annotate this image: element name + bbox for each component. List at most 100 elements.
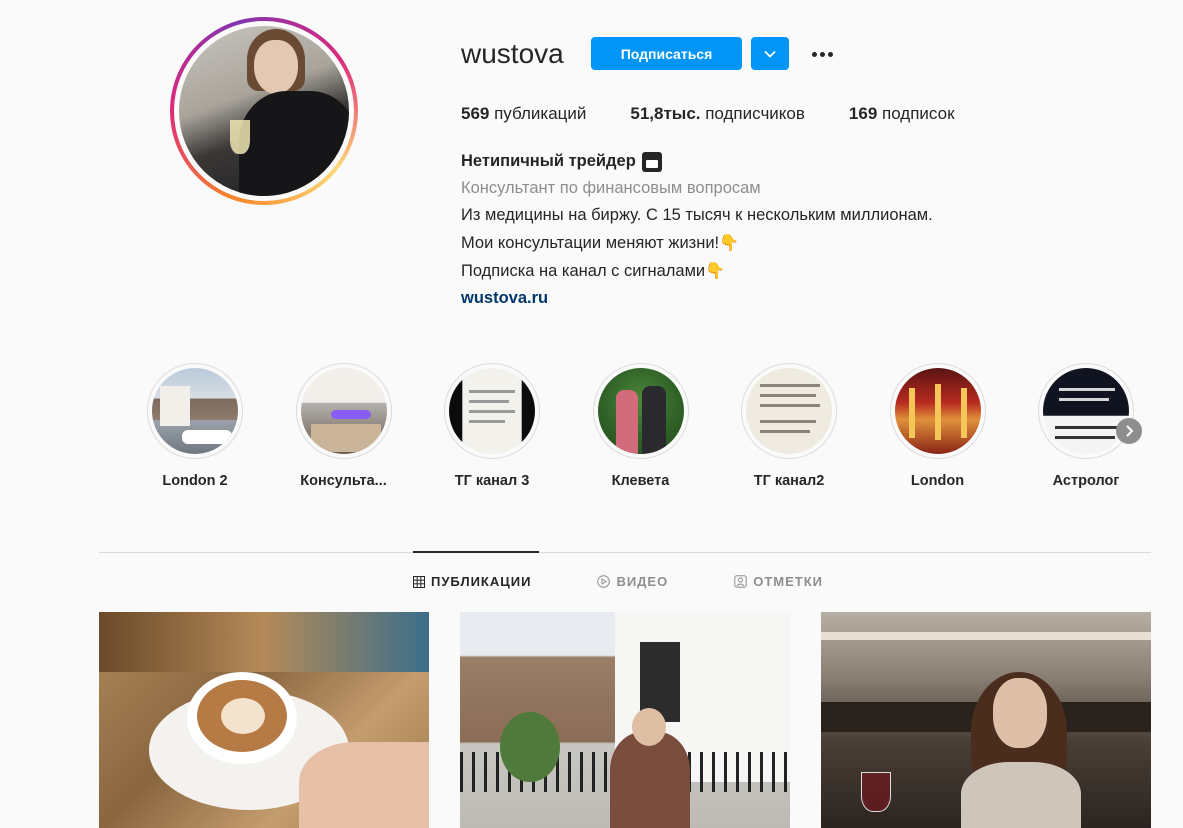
light-string xyxy=(960,388,967,438)
person-left xyxy=(615,390,638,454)
avatar-wine-glass xyxy=(230,119,251,154)
calendar-emoji-icon xyxy=(641,151,662,172)
followers-count[interactable]: 51,8тыс. подписчиков xyxy=(630,104,805,124)
hand xyxy=(299,742,429,828)
posts-count: 569 публикаций xyxy=(461,104,587,123)
highlight-label: Консульта... xyxy=(300,473,387,489)
highlight-consultations[interactable]: Консульта... xyxy=(294,363,394,489)
tabs-divider xyxy=(99,552,1151,553)
more-dot-icon xyxy=(811,51,817,57)
tab-video[interactable]: ВИДЕО xyxy=(597,574,668,589)
bio-line-3: Подписка на канал с сигналами👇 xyxy=(461,261,726,280)
highlight-london[interactable]: London xyxy=(888,363,988,489)
highlight-slander[interactable]: Клевета xyxy=(591,363,691,489)
tab-label: ВИДЕО xyxy=(616,574,669,589)
person-coat xyxy=(610,732,690,828)
highlight-cover xyxy=(300,368,387,454)
posts-grid xyxy=(99,612,1151,828)
tab-tagged[interactable]: ОТМЕТКИ xyxy=(734,574,823,589)
highlight-tg-channel-2[interactable]: ТГ канал2 xyxy=(739,363,839,489)
latte-art xyxy=(221,698,265,734)
bio-name: Нетипичный трейдер xyxy=(461,148,933,175)
tag-icon xyxy=(734,575,747,588)
profile-bio: Нетипичный трейдер Консультант по финанс… xyxy=(461,148,933,312)
text-line xyxy=(760,404,820,407)
bio-name-text: Нетипичный трейдер xyxy=(461,152,636,170)
light-string xyxy=(934,384,941,440)
highlight-cover xyxy=(597,368,684,454)
text-line xyxy=(1059,398,1109,401)
follow-button[interactable]: Подписаться xyxy=(591,37,742,70)
wine-glass xyxy=(861,772,891,812)
chat-bubble xyxy=(330,410,371,419)
highlight-label: London xyxy=(910,473,965,489)
text-line xyxy=(469,390,515,393)
following-count[interactable]: 169 подписок xyxy=(849,104,955,124)
chevron-down-icon xyxy=(764,50,776,58)
highlight-ring xyxy=(295,363,392,459)
ceiling-lights xyxy=(821,632,1151,640)
more-options-button[interactable] xyxy=(806,40,838,68)
text-line xyxy=(760,420,816,423)
tree xyxy=(500,712,560,782)
tab-posts[interactable]: ПУБЛИКАЦИИ xyxy=(413,574,531,589)
highlight-cover xyxy=(449,368,535,454)
highlight-cover xyxy=(1043,368,1129,454)
person-face xyxy=(993,678,1047,748)
tab-label: ОТМЕТКИ xyxy=(753,574,823,589)
text-line xyxy=(1055,436,1115,439)
avatar-coat xyxy=(238,90,349,196)
profile-stats: 569 публикаций 51,8тыс. подписчиков 169 … xyxy=(461,104,999,124)
text-line xyxy=(1055,426,1119,429)
bio-line-1: Из медицины на биржу. С 15 тысяч к неско… xyxy=(461,206,933,224)
avatar-inner xyxy=(174,21,354,201)
more-dot-icon xyxy=(827,51,833,57)
sweater xyxy=(961,762,1081,828)
highlight-label: Астролог xyxy=(1052,473,1120,489)
more-dot-icon xyxy=(819,51,825,57)
play-icon xyxy=(597,575,611,588)
highlight-label: London 2 xyxy=(162,473,228,489)
highlight-ring xyxy=(889,363,986,459)
highlight-cover xyxy=(894,368,981,454)
highlight-label: ТГ канал2 xyxy=(753,473,825,489)
pointing-down-icon: 👇 xyxy=(719,233,740,252)
bio-category: Консультант по финансовым вопросам xyxy=(461,179,761,197)
chevron-right-icon xyxy=(1126,425,1133,437)
highlight-ring xyxy=(741,363,837,459)
bio-line-2: Мои консультации меняют жизни!👇 xyxy=(461,233,740,252)
highlight-label: ТГ канал 3 xyxy=(454,473,530,489)
highlight-ring xyxy=(147,363,243,459)
profile-avatar[interactable] xyxy=(170,17,358,205)
highlight-ring xyxy=(444,363,540,459)
profile-username: wustova xyxy=(461,38,564,69)
light-string xyxy=(908,388,915,438)
bio-website-link[interactable]: wustova.ru xyxy=(461,285,933,312)
text-line xyxy=(760,394,816,397)
highlight-london-2[interactable]: London 2 xyxy=(145,363,245,489)
white-car xyxy=(182,430,232,444)
text-line xyxy=(760,384,820,387)
text-line xyxy=(760,430,810,433)
highlight-ring xyxy=(592,363,689,459)
grid-icon xyxy=(413,575,425,588)
highlight-ring xyxy=(1038,363,1134,459)
story-highlights: London 2 Консульта... ТГ канал 3 Клевета… xyxy=(145,363,1136,489)
text-line xyxy=(469,420,505,423)
highlight-label: Клевета xyxy=(611,473,670,489)
suggested-dropdown-button[interactable] xyxy=(751,37,789,70)
house-facade xyxy=(160,386,190,426)
post-thumbnail[interactable] xyxy=(821,612,1151,828)
text-line xyxy=(469,410,515,413)
text-line xyxy=(469,400,509,403)
window-frame xyxy=(99,612,429,672)
pointing-down-icon: 👇 xyxy=(705,261,726,280)
highlight-cover xyxy=(152,368,238,454)
avatar-face xyxy=(253,39,298,94)
post-thumbnail[interactable] xyxy=(460,612,790,828)
highlight-tg-channel-3[interactable]: ТГ канал 3 xyxy=(442,363,542,489)
post-thumbnail[interactable] xyxy=(99,612,429,828)
person-right xyxy=(641,386,666,454)
highlights-next-button[interactable] xyxy=(1116,418,1142,444)
person-face xyxy=(632,708,666,746)
